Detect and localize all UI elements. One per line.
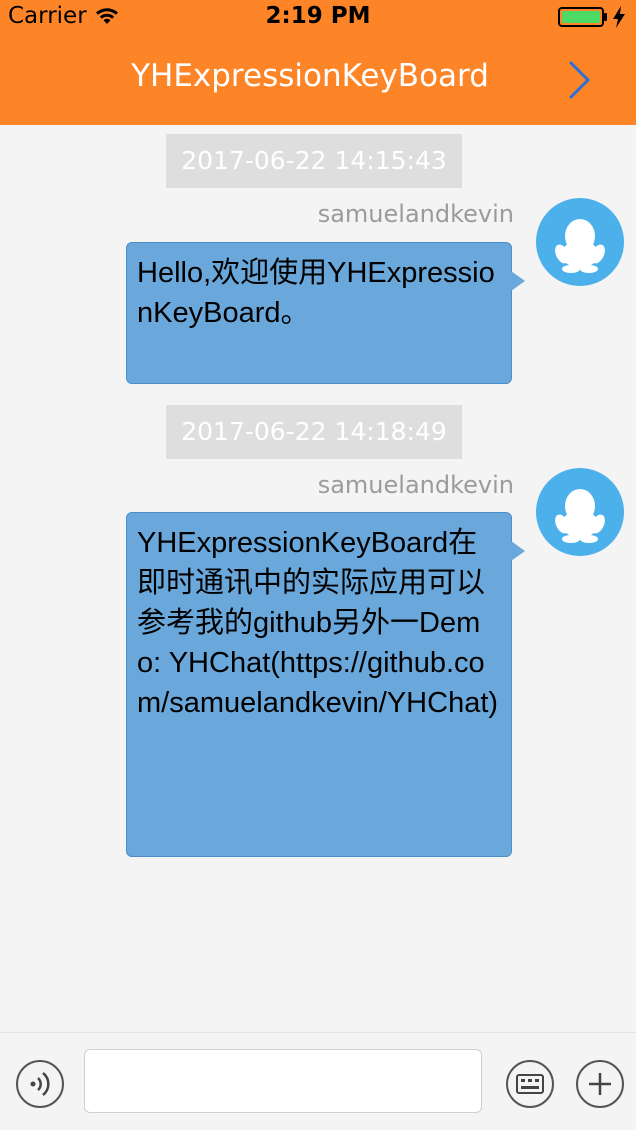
battery-icon: [558, 7, 607, 27]
charging-icon: [613, 6, 625, 28]
chevron-right-icon[interactable]: [560, 58, 596, 102]
chat-screen: Carrier 2:19 PM YHExpressionKeyBoard 201…: [0, 0, 636, 1130]
status-bar: Carrier 2:19 PM: [0, 0, 636, 36]
penguin-icon: [555, 489, 605, 543]
voice-button[interactable]: [16, 1060, 64, 1108]
navigation-bar: Carrier 2:19 PM YHExpressionKeyBoard: [0, 0, 636, 125]
emoji-keyboard-button[interactable]: [506, 1060, 554, 1108]
sender-name: samuelandkevin: [317, 200, 514, 228]
message-bubble[interactable]: Hello,欢迎使用YHExpressionKeyBoard。: [126, 242, 525, 384]
message-input[interactable]: [84, 1049, 482, 1113]
message-bubble[interactable]: YHExpressionKeyBoard在即时通讯中的实际应用可以参考我的git…: [126, 512, 525, 857]
message-timestamp: 2017-06-22 14:15:43: [166, 134, 462, 188]
bubble-tail: [511, 541, 525, 561]
message-text: Hello,欢迎使用YHExpressionKeyBoard。: [137, 257, 495, 329]
plus-icon: [589, 1073, 611, 1095]
input-toolbar: [0, 1032, 636, 1130]
message-timestamp: 2017-06-22 14:18:49: [166, 405, 462, 459]
avatar[interactable]: [536, 198, 624, 286]
voice-icon: [30, 1072, 50, 1096]
avatar[interactable]: [536, 468, 624, 556]
sender-name: samuelandkevin: [317, 471, 514, 499]
more-button[interactable]: [576, 1060, 624, 1108]
emoji-keyboard-icon: [516, 1074, 544, 1094]
bubble-tail: [511, 271, 525, 291]
nav-title: YHExpressionKeyBoard: [131, 58, 489, 94]
message-text: YHExpressionKeyBoard在即时通讯中的实际应用可以参考我的git…: [137, 527, 499, 719]
penguin-icon: [555, 219, 605, 273]
clock: 2:19 PM: [265, 3, 371, 29]
